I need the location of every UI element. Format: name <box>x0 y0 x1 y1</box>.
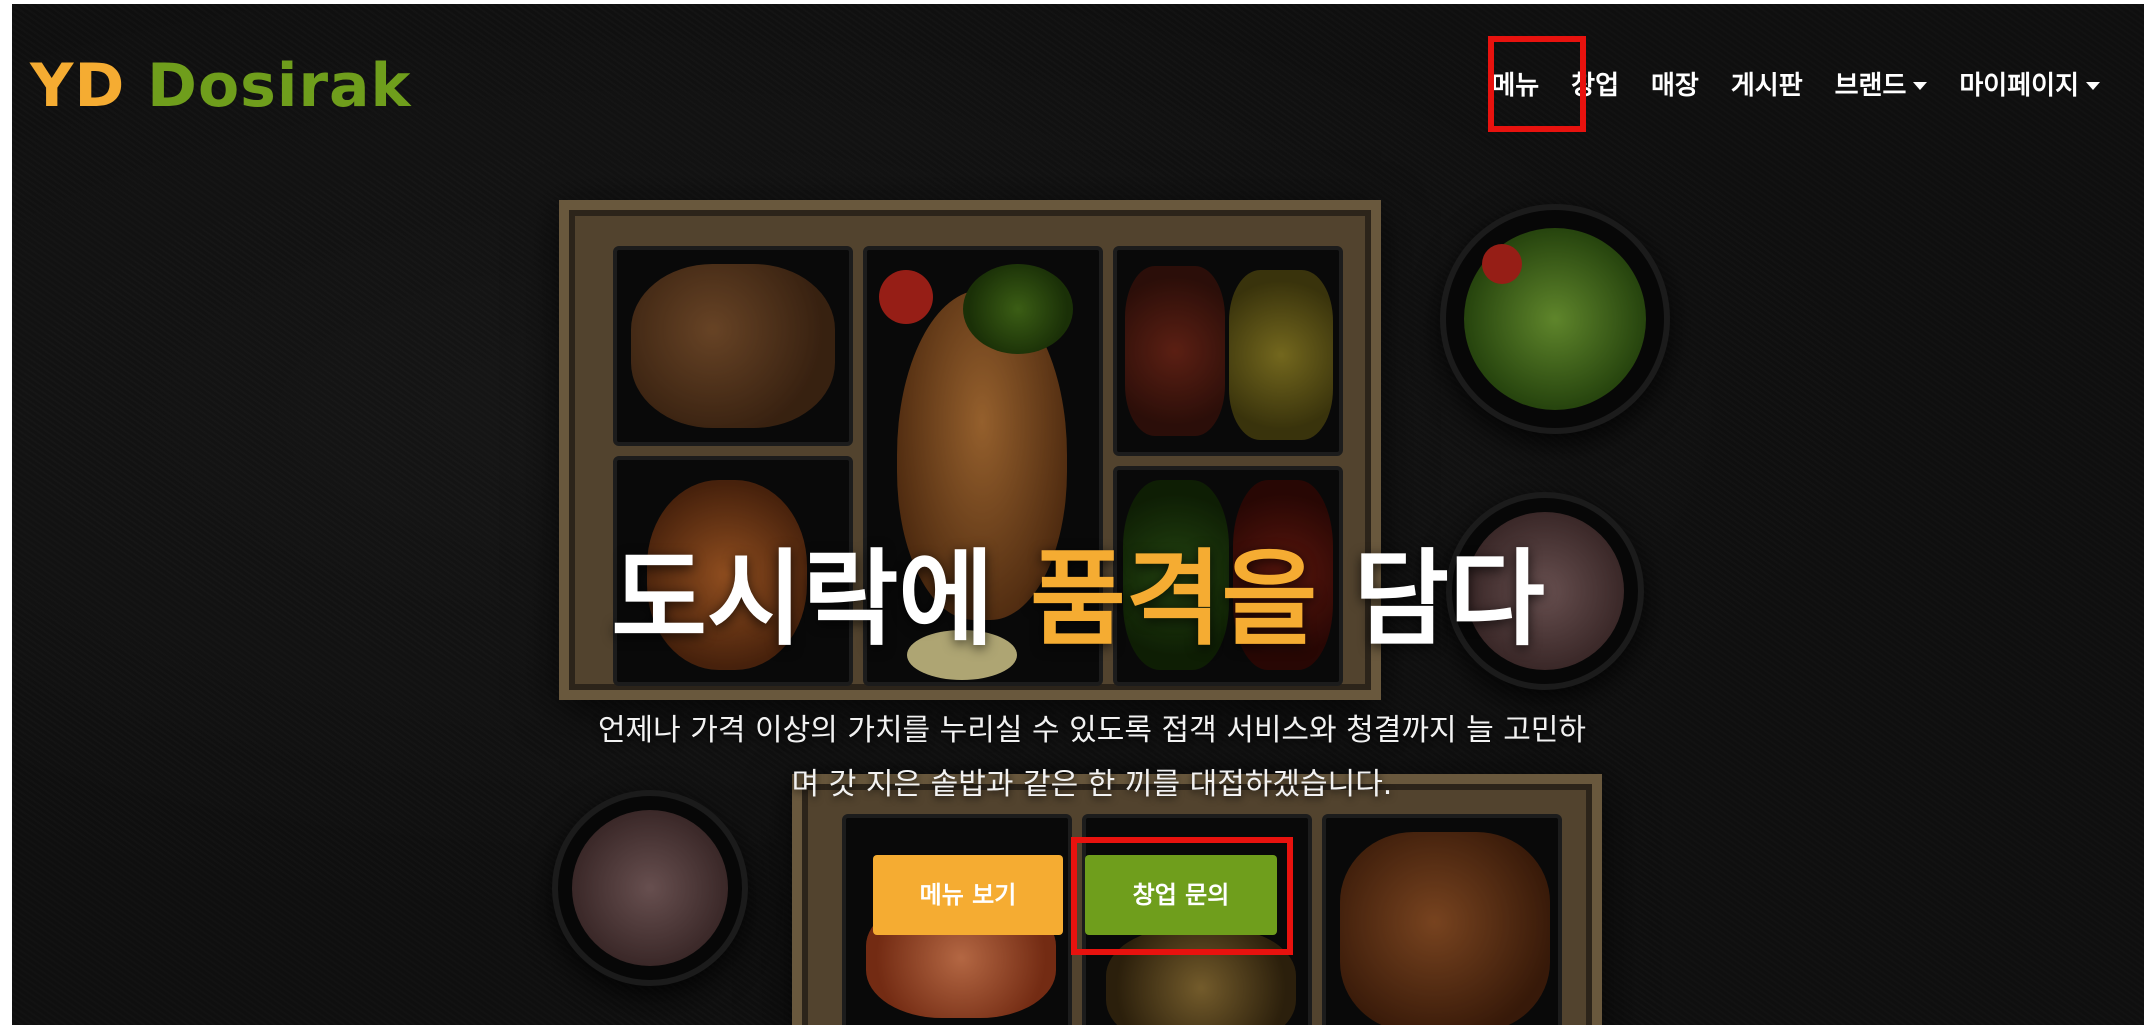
nav-item-label: 매장 <box>1651 71 1699 101</box>
hero-description-line1: 언제나 가격 이상의 가치를 누리실 수 있도록 접객 서비스와 청결까지 늘 … <box>597 713 1587 748</box>
nav-item-brand-dropdown[interactable]: 브랜드 <box>1819 62 1944 110</box>
startup-inquiry-button[interactable]: 창업 문의 <box>1085 855 1277 935</box>
nav-item-label: 브랜드 <box>1834 71 1907 101</box>
nav-item-label: 게시판 <box>1730 71 1803 101</box>
hero-title-part2: 담다 <box>1353 538 1545 660</box>
caret-down-icon <box>1913 82 1928 90</box>
nav-item-board[interactable]: 게시판 <box>1715 62 1819 110</box>
brand-logo[interactable]: YD Dosirak <box>30 50 411 122</box>
brand-logo-dosirak: Dosirak <box>147 51 412 121</box>
rice-bowl-image-left <box>552 790 748 986</box>
view-menu-button[interactable]: 메뉴 보기 <box>873 855 1063 935</box>
salad-bowl-image <box>1440 204 1670 434</box>
hero-description: 언제나 가격 이상의 가치를 누리실 수 있도록 접객 서비스와 청결까지 늘 … <box>542 704 1642 812</box>
main-nav: 메뉴 창업 매장 게시판 브랜드 마이페이지 <box>1475 62 2116 110</box>
nav-item-store[interactable]: 매장 <box>1635 62 1715 110</box>
nav-item-mypage-dropdown[interactable]: 마이페이지 <box>1943 62 2116 110</box>
hero-title-accent: 품격을 <box>1030 538 1318 660</box>
brand-logo-yd: YD <box>30 51 126 121</box>
nav-item-label: 마이페이지 <box>1959 71 2079 101</box>
hero-description-line2: 며 갓 지은 솥밥과 같은 한 끼를 대접하겠습니다. <box>791 767 1393 802</box>
nav-item-menu[interactable]: 메뉴 <box>1475 62 1555 110</box>
caret-down-icon <box>2086 82 2100 90</box>
nav-item-label: 창업 <box>1571 71 1620 101</box>
hero-title-part1: 도시락에 <box>611 538 994 660</box>
hero-section: YD Dosirak 메뉴 창업 매장 게시판 브랜드 마이페이지 도시락에 품… <box>12 4 2144 1025</box>
nav-item-startup[interactable]: 창업 <box>1555 62 1635 110</box>
hero-title: 도시락에 품격을 담다 <box>12 524 2144 674</box>
nav-item-label: 메뉴 <box>1491 71 1540 101</box>
